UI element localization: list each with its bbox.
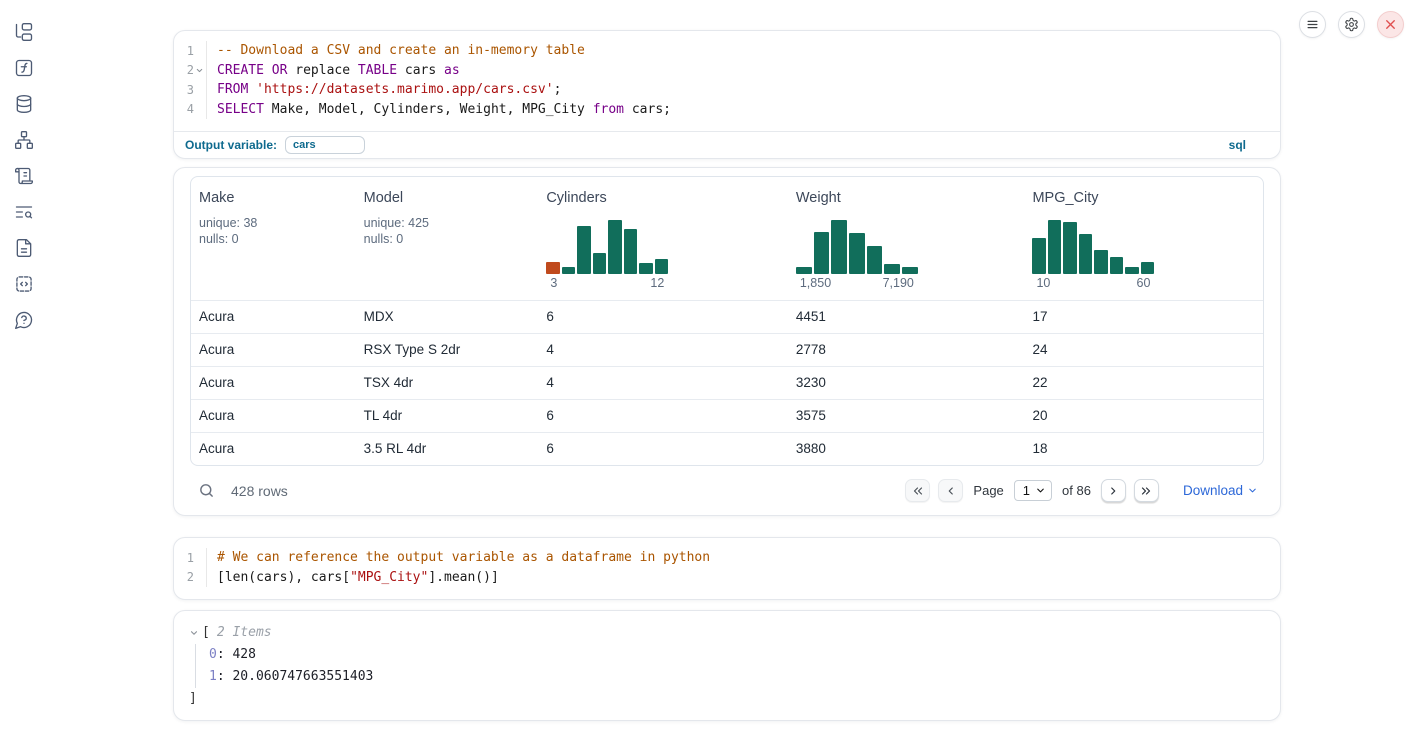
sql-code-editor[interactable]: 1-- Download a CSV and create an in-memo… [174, 31, 1280, 131]
data-table: Makeunique: 38nulls: 0Modelunique: 425nu… [190, 176, 1264, 466]
last-page-button[interactable] [1134, 479, 1159, 502]
column-header[interactable]: MPG_City1060 [1024, 177, 1263, 300]
gear-icon [1344, 17, 1359, 32]
fold-icon [195, 66, 204, 75]
output-variable-label: Output variable: [185, 138, 277, 152]
python-code-editor[interactable]: 1# We can reference the output variable … [174, 538, 1280, 599]
row-count: 428 rows [231, 483, 288, 499]
variables-icon[interactable] [14, 58, 34, 78]
chevrons-right-icon [1140, 485, 1152, 497]
language-badge: sql [1229, 138, 1246, 152]
chevron-left-icon [945, 485, 957, 497]
table-of-contents-search-icon[interactable] [14, 202, 34, 222]
search-icon[interactable] [198, 482, 215, 499]
page-label: Page [973, 483, 1003, 498]
open-bracket: [ [202, 622, 210, 644]
tree-entry: 1: 20.060747663551403 [209, 666, 1264, 688]
chevron-right-icon [1107, 485, 1119, 497]
column-histogram [796, 218, 918, 274]
documentation-icon[interactable] [14, 238, 34, 258]
settings-button[interactable] [1338, 11, 1365, 38]
next-page-button[interactable] [1101, 479, 1126, 502]
hamburger-icon [1305, 17, 1320, 32]
dependency-graph-icon[interactable] [14, 130, 34, 150]
python-cell: 1# We can reference the output variable … [173, 537, 1281, 600]
help-icon[interactable] [14, 310, 34, 330]
data-sources-icon[interactable] [14, 94, 34, 114]
table-body: AcuraMDX6445117AcuraRSX Type S 2dr427782… [191, 300, 1263, 465]
table-row[interactable]: AcuraRSX Type S 2dr4277824 [191, 333, 1263, 366]
snippets-icon[interactable] [14, 274, 34, 294]
table-row[interactable]: AcuraTL 4dr6357520 [191, 399, 1263, 432]
column-header[interactable]: Weight1,8507,190 [788, 177, 1025, 300]
table-footer: 428 rows Page 1 of 86 [190, 466, 1264, 502]
close-bracket: ] [189, 688, 1264, 710]
chevron-down-icon [189, 628, 199, 638]
table-row[interactable]: AcuraMDX6445117 [191, 300, 1263, 333]
menu-button[interactable] [1299, 11, 1326, 38]
table-row[interactable]: AcuraTSX 4dr4323022 [191, 366, 1263, 399]
tree-children: 0: 4281: 20.060747663551403 [195, 644, 1264, 688]
first-page-button[interactable] [905, 479, 930, 502]
python-output-area: [ 2 Items 0: 4281: 20.060747663551403 ] [173, 610, 1281, 721]
page-select[interactable]: 1 [1014, 480, 1052, 501]
sql-cell-footer: Output variable: sql [174, 131, 1280, 158]
tree-root[interactable]: [ 2 Items [189, 622, 1264, 644]
chevron-down-icon [1247, 485, 1258, 496]
download-button[interactable]: Download [1183, 483, 1258, 498]
items-count-label: 2 Items [217, 622, 272, 644]
column-header[interactable]: Makeunique: 38nulls: 0 [191, 177, 356, 300]
column-histogram [1032, 218, 1154, 274]
page-total-label: of 86 [1062, 483, 1091, 498]
helper-sidebar [0, 0, 48, 729]
download-label: Download [1183, 483, 1243, 498]
page-select-value: 1 [1023, 483, 1030, 498]
file-explorer-icon[interactable] [14, 22, 34, 42]
chevrons-left-icon [912, 485, 924, 497]
tree-entry: 0: 428 [209, 644, 1264, 666]
column-header[interactable]: Modelunique: 425nulls: 0 [356, 177, 539, 300]
output-variable-input[interactable] [285, 136, 365, 154]
notebook: 1-- Download a CSV and create an in-memo… [173, 30, 1281, 721]
shutdown-button[interactable] [1377, 11, 1404, 38]
window-actions [1299, 11, 1404, 38]
table-row[interactable]: Acura3.5 RL 4dr6388018 [191, 432, 1263, 465]
column-header[interactable]: Cylinders312 [538, 177, 788, 300]
chevron-down-icon [1035, 485, 1046, 496]
sql-cell: 1-- Download a CSV and create an in-memo… [173, 30, 1281, 159]
previous-page-button[interactable] [938, 479, 963, 502]
logs-icon[interactable] [14, 166, 34, 186]
close-icon [1383, 17, 1398, 32]
pagination: Page 1 of 86 Download [905, 479, 1258, 502]
sql-output-area: Makeunique: 38nulls: 0Modelunique: 425nu… [173, 167, 1281, 516]
table-header-row: Makeunique: 38nulls: 0Modelunique: 425nu… [191, 177, 1263, 300]
column-histogram [546, 218, 668, 274]
